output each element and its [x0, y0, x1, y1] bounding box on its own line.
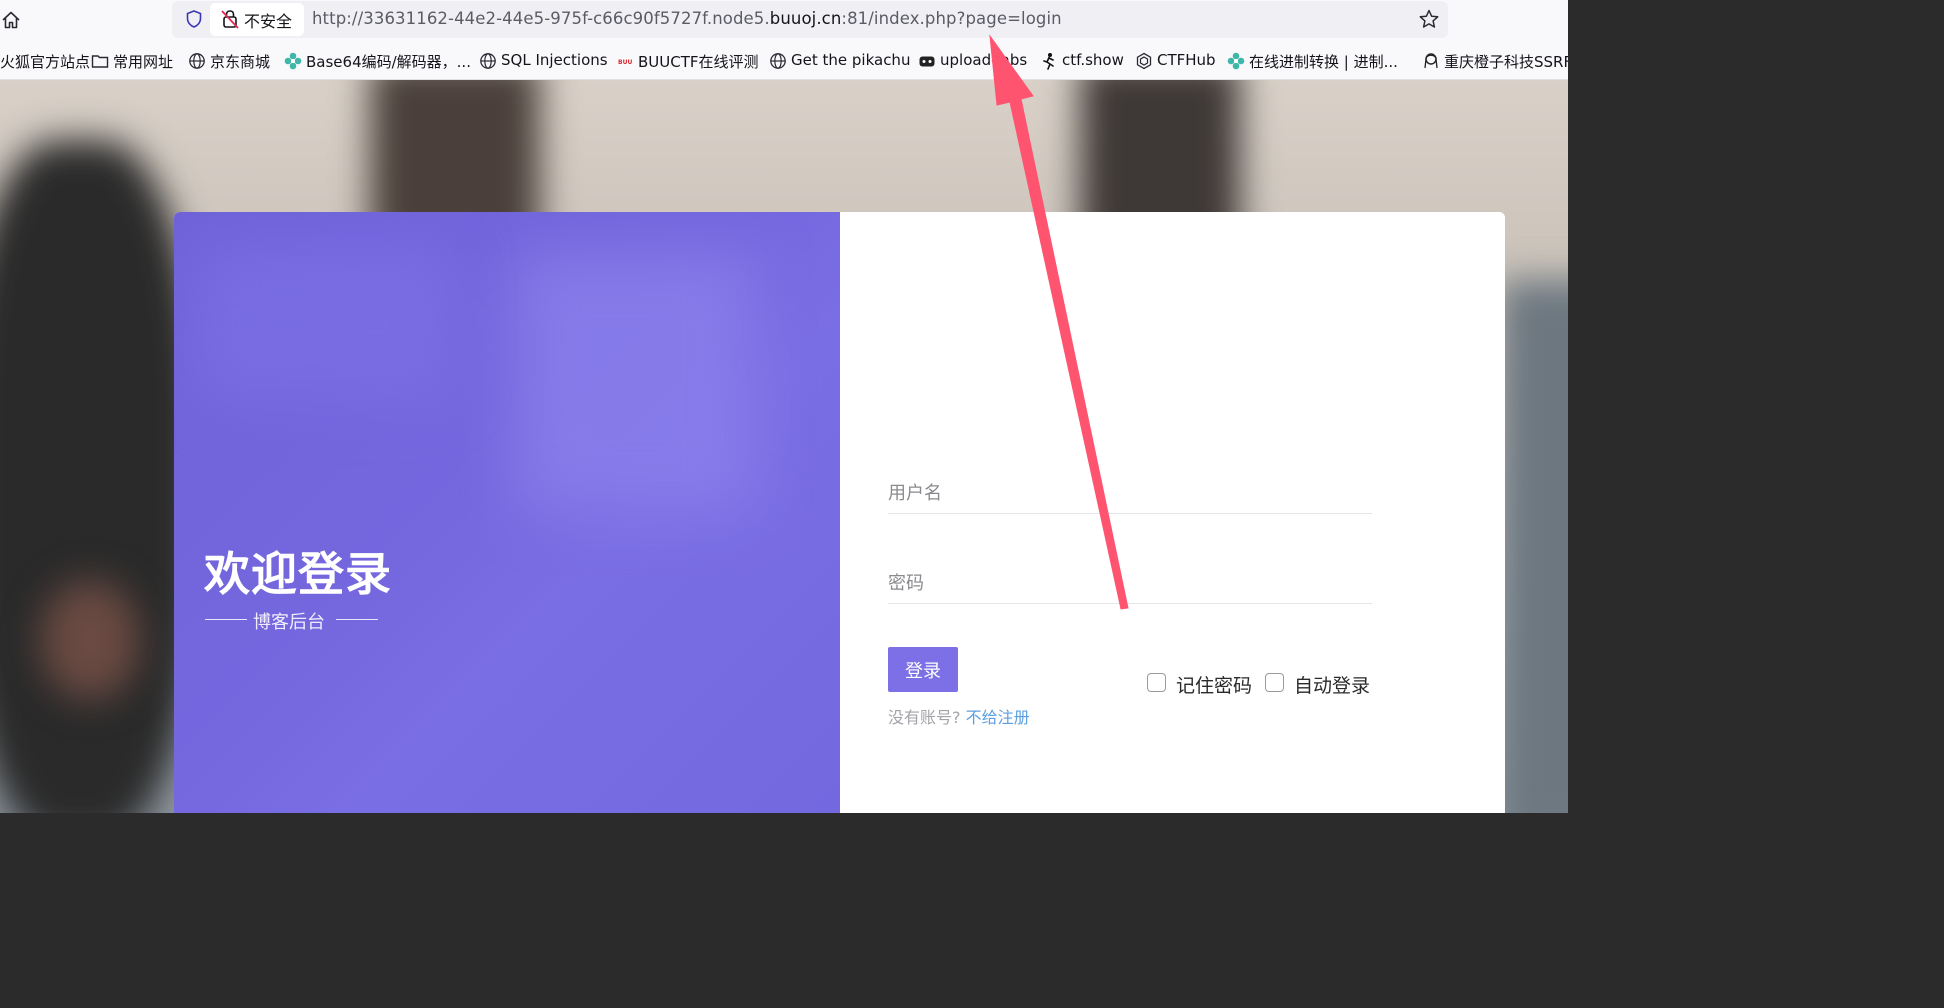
tracking-protection-shield-icon[interactable]: [184, 9, 204, 29]
insecure-lock-icon: [221, 10, 239, 29]
bookmark-label: 在线进制转换 | 进制...: [1249, 53, 1398, 71]
checkbox-label: 记住密码: [1176, 675, 1253, 697]
register-row: 没有账号? 不给注册: [888, 704, 1030, 728]
welcome-title: 欢迎登录: [204, 547, 392, 601]
panel-glow: [514, 252, 754, 512]
console-icon: [919, 56, 935, 67]
bookmark-label: 火狐官方站点: [0, 53, 91, 71]
bookmark-label: BUUCTF在线评测: [638, 53, 759, 71]
background-figure: [40, 580, 140, 700]
url-text[interactable]: http://33631162-44e2-44e5-975f-c66c90f57…: [312, 9, 1062, 28]
runner-icon: [1043, 53, 1054, 70]
security-label: 不安全: [244, 12, 293, 31]
panel-glow: [194, 242, 454, 402]
bookmark-label: SQL Injections: [501, 51, 608, 69]
globe-icon: [480, 53, 496, 69]
bookmark-label: Base64编码/解码器，...: [306, 53, 471, 71]
buuctf-icon: BUU: [618, 58, 632, 66]
globe-icon: [189, 53, 205, 69]
bookmark-label: upload-labs: [940, 51, 1028, 69]
flower-icon: [284, 52, 302, 70]
home-icon[interactable]: [0, 9, 22, 31]
divider-line: [336, 619, 378, 620]
flower-icon: [1227, 52, 1245, 70]
checkbox-box[interactable]: [1265, 673, 1284, 692]
register-link[interactable]: 不给注册: [966, 708, 1030, 727]
bookmark-label: CTFHub: [1157, 51, 1216, 69]
no-account-text: 没有账号?: [888, 708, 961, 727]
bookmark-star-icon[interactable]: [1418, 8, 1440, 30]
checkbox-box[interactable]: [1147, 673, 1166, 692]
svg-text:BUU: BUU: [618, 59, 632, 66]
bookmark-label: 重庆橙子科技SSRF: [1444, 53, 1568, 71]
welcome-panel: 欢迎登录 博客后台: [174, 212, 840, 813]
bookmark-label: Get the pikachu: [791, 51, 911, 69]
welcome-subtitle: 博客后台: [205, 608, 385, 633]
bookmarks-toolbar: 火狐官方站点 常用网址 京东商城 Base64编码/解码器，... SQL In…: [0, 40, 1568, 80]
subtitle-text: 博客后台: [253, 612, 325, 633]
bookmark-label: 京东商城: [210, 53, 271, 71]
username-input[interactable]: [888, 474, 1372, 514]
browser-toolbar: 不安全 http://33631162-44e2-44e5-975f-c66c9…: [0, 0, 1568, 40]
login-form: 登录 记住密码 自动登录 没有账号? 不给注册: [840, 212, 1505, 813]
divider-line: [205, 619, 247, 620]
bookmark-label: 常用网址: [113, 53, 174, 71]
login-button[interactable]: 登录: [888, 647, 958, 692]
checkbox-label: 自动登录: [1294, 675, 1371, 697]
bookmark-label: ctf.show: [1062, 51, 1124, 69]
password-input[interactable]: [888, 564, 1372, 604]
background-shadow: [1500, 280, 1568, 813]
page-background: 欢迎登录 博客后台 登录 记住密码 自动登录 没有账号? 不给注册: [0, 80, 1568, 813]
login-card: 欢迎登录 博客后台 登录 记住密码 自动登录 没有账号? 不给注册: [174, 212, 1505, 813]
hex-icon: [1136, 52, 1152, 70]
avatar-icon: [1424, 53, 1438, 69]
folder-icon: [91, 55, 109, 68]
background-shadow: [0, 140, 200, 813]
globe-icon: [770, 53, 786, 69]
